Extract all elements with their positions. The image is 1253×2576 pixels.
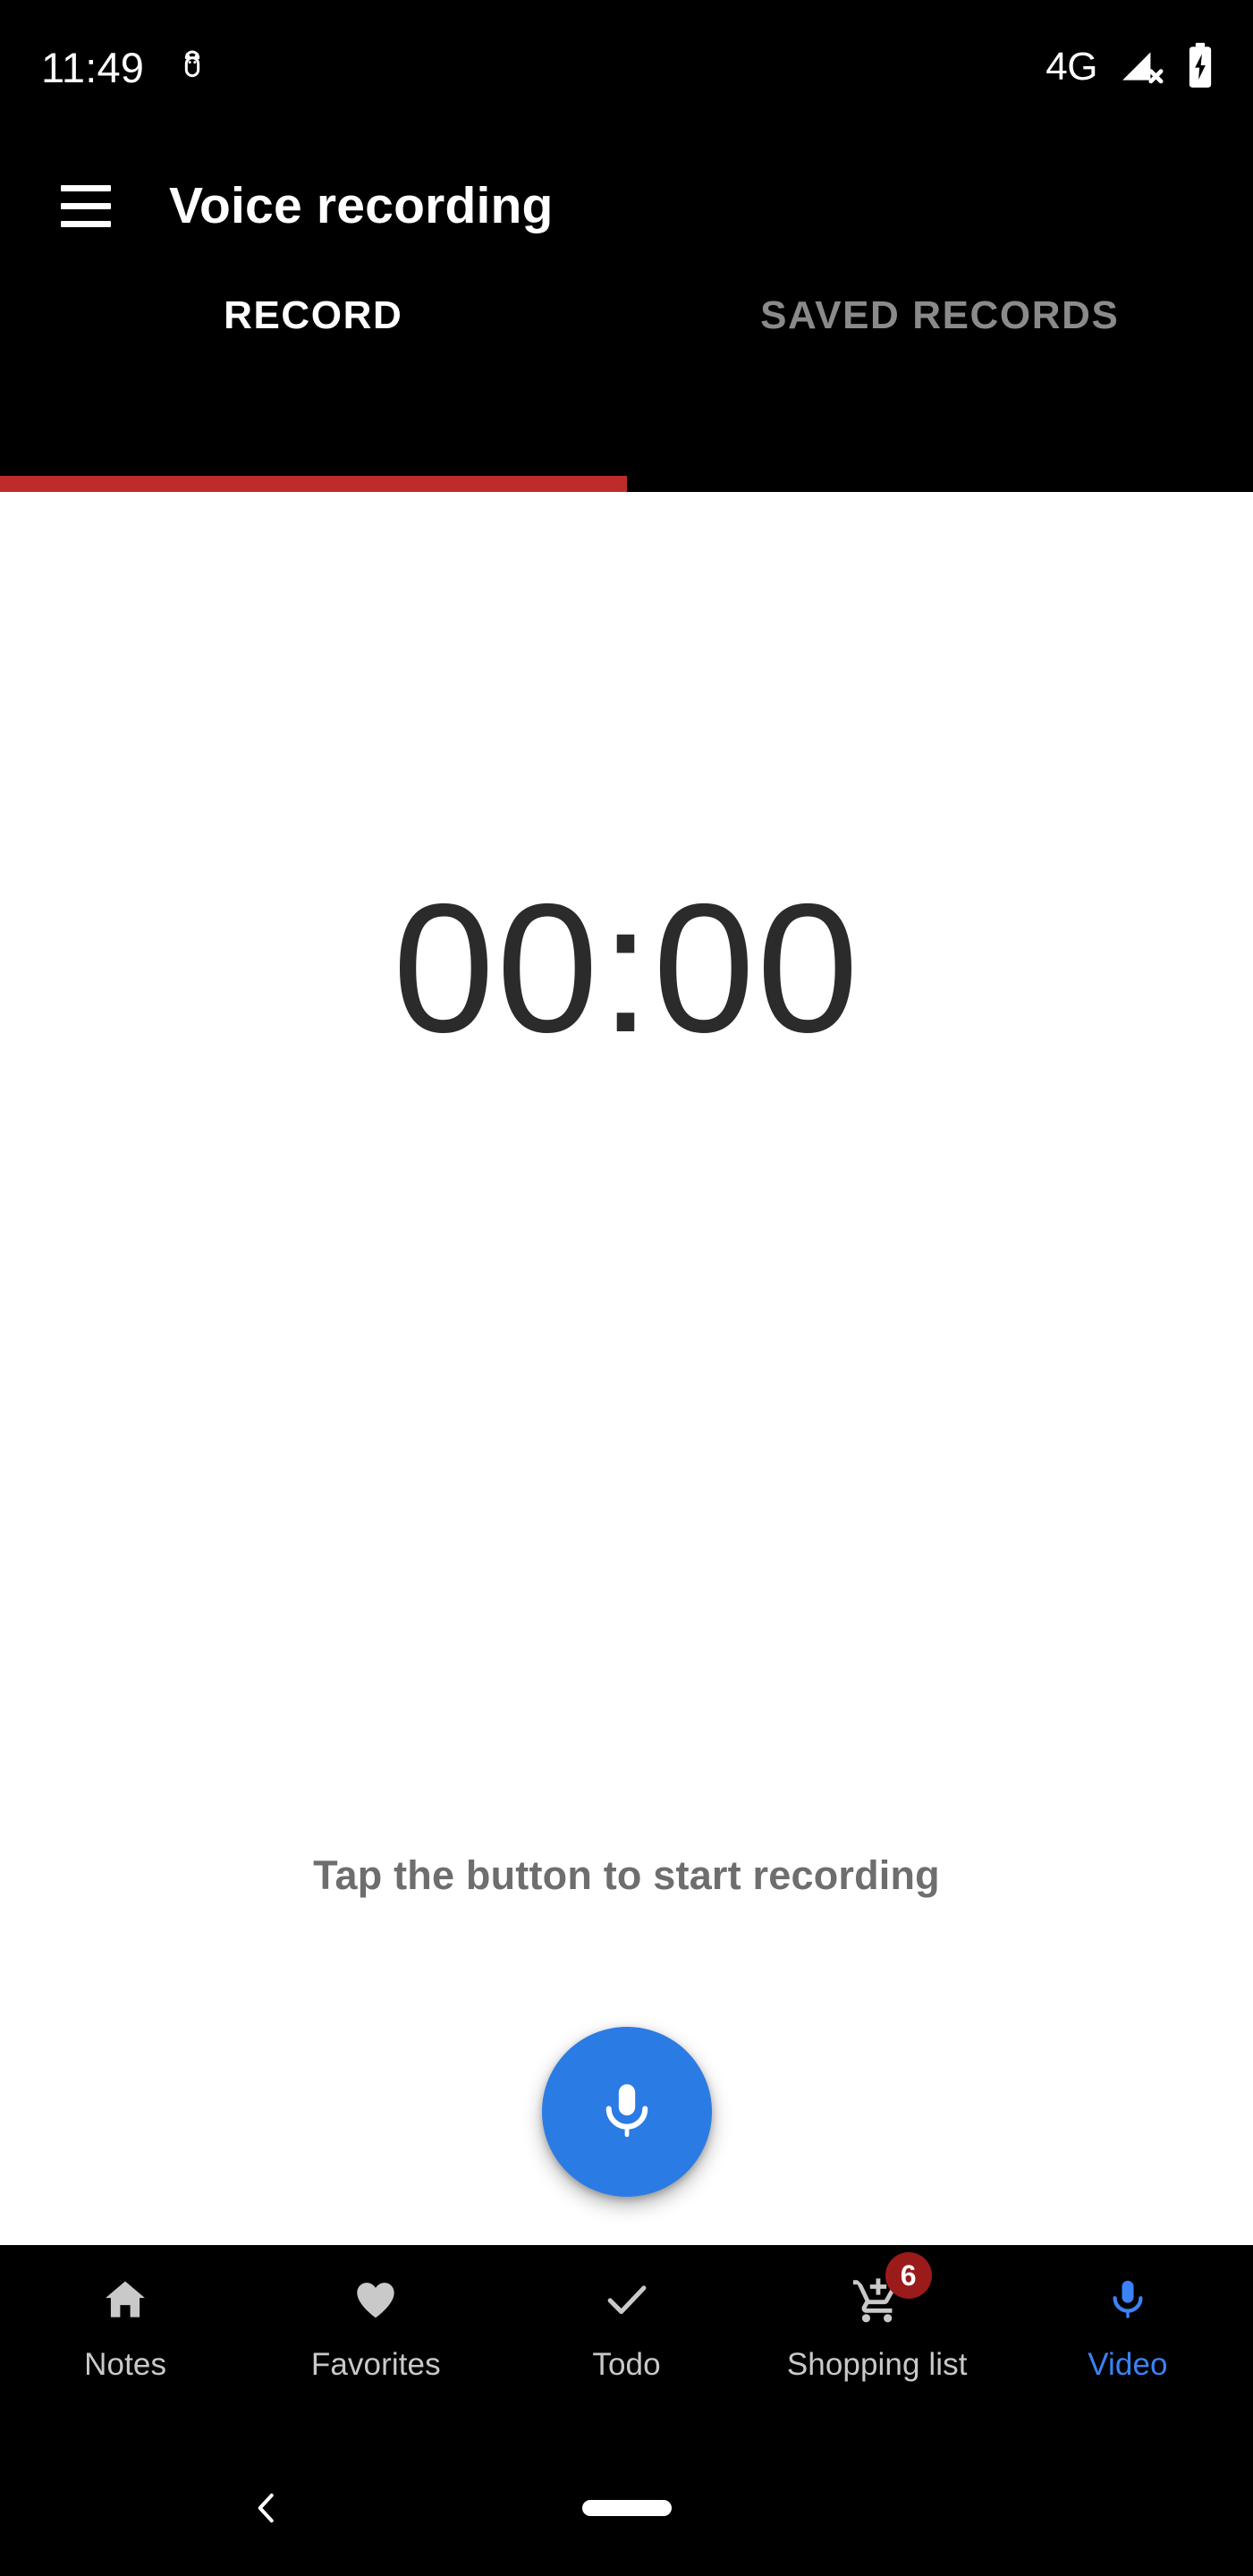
nav-item-video[interactable]: Video (1003, 2272, 1253, 2383)
check-icon (599, 2272, 655, 2327)
record-button[interactable] (541, 2027, 712, 2197)
nav-item-todo[interactable]: Todo (501, 2272, 751, 2383)
menu-bar-2 (61, 202, 111, 209)
nav-item-notes[interactable]: Notes (0, 2272, 250, 2383)
nav-item-video-label: Video (1088, 2347, 1168, 2382)
microphone-icon (593, 2077, 661, 2148)
home-icon (97, 2272, 153, 2327)
status-bar-left: 11:49 (41, 46, 210, 89)
tab-saved-records-label: SAVED RECORDS (760, 293, 1120, 337)
tab-record[interactable]: RECORD (0, 277, 627, 492)
system-navigation-bar (0, 2440, 1253, 2576)
record-panel: 00:00 Tap the button to start recording (0, 492, 1253, 2245)
hamburger-menu-icon[interactable] (47, 166, 125, 245)
recording-timer: 00:00 (392, 866, 860, 1071)
battery-charging-icon (1185, 42, 1215, 93)
back-chevron-icon[interactable] (240, 2481, 293, 2535)
add-shopping-cart-icon: 6 (850, 2252, 932, 2327)
network-type-label: 4G (1046, 45, 1097, 89)
home-pill-indicator[interactable] (581, 2500, 672, 2516)
app-bar: Voice recording (0, 134, 1253, 277)
microphone-icon (1100, 2272, 1156, 2327)
menu-bar-1 (61, 184, 111, 191)
status-bar-right: 4G (1046, 42, 1215, 93)
nav-item-favorites[interactable]: Favorites (250, 2272, 501, 2383)
nav-item-shopping-list-label: Shopping list (786, 2347, 968, 2382)
bottom-navigation-bar: Notes Favorites Todo 6 Shopping list Vid… (0, 2245, 1253, 2440)
heart-icon (348, 2272, 403, 2327)
signal-no-connection-icon (1117, 43, 1165, 92)
menu-bar-3 (61, 220, 111, 227)
nav-item-notes-label: Notes (84, 2347, 167, 2382)
status-clock: 11:49 (41, 43, 145, 91)
nav-item-shopping-list[interactable]: 6 Shopping list (752, 2252, 1003, 2383)
tab-record-label: RECORD (224, 293, 403, 337)
nav-item-favorites-label: Favorites (310, 2347, 441, 2382)
tab-bar: RECORD SAVED RECORDS (0, 277, 1253, 492)
page-title: Voice recording (169, 177, 554, 234)
nav-item-todo-label: Todo (592, 2347, 661, 2382)
status-bar: 11:49 4G (0, 0, 1253, 134)
shopping-list-badge: 6 (885, 2252, 932, 2299)
record-hint-text: Tap the button to start recording (313, 1852, 940, 1898)
tab-saved-records[interactable]: SAVED RECORDS (627, 277, 1253, 492)
phone-screen: 11:49 4G Voice recording RECORD SAVED RE… (0, 0, 1253, 2576)
android-bug-icon (174, 46, 210, 89)
tab-active-indicator (0, 476, 627, 492)
